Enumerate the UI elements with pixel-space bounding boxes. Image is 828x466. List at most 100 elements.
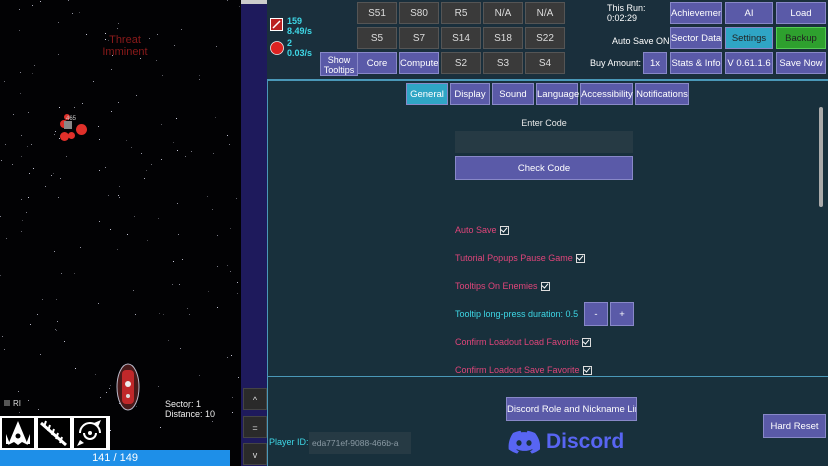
hard-reset-button[interactable]: Hard Reset [763, 414, 826, 438]
sector-data-button[interactable]: Sector Data [670, 27, 722, 49]
tooltips-enemies-checkbox[interactable] [540, 282, 550, 292]
grid-button-s5[interactable]: S5 [357, 27, 397, 49]
star [237, 293, 238, 294]
star [55, 329, 56, 330]
star [177, 150, 178, 151]
weapon-bar [0, 416, 110, 450]
star [38, 409, 39, 410]
star [109, 388, 110, 389]
star [215, 117, 216, 118]
star [180, 348, 181, 349]
star [189, 314, 190, 315]
grid-button-s2[interactable]: S2 [441, 52, 481, 74]
star [55, 131, 56, 132]
game-viewport[interactable]: Threat Imminent 465 Sector: 1 Distance: … [0, 0, 241, 466]
laser-weapon-icon[interactable] [38, 418, 70, 448]
load-button[interactable]: Load [776, 2, 826, 24]
star [79, 12, 80, 13]
confirm-save-setting[interactable]: Confirm Loadout Save Favorite [455, 365, 592, 376]
achievements-button[interactable]: Achievemen [670, 2, 722, 24]
auto-save-setting[interactable]: Auto Save [455, 225, 509, 236]
scroll-up-button[interactable]: ^ [243, 388, 267, 410]
grid-button-s51[interactable]: S51 [357, 2, 397, 24]
grid-button-s4[interactable]: S4 [525, 52, 565, 74]
save-now-button[interactable]: Save Now [776, 52, 826, 74]
menu-toggle-button[interactable]: = [243, 416, 267, 438]
sector-label: Sector: 1 [165, 399, 202, 409]
star [182, 259, 183, 260]
tab-notifications[interactable]: Notifications [635, 83, 689, 105]
star [34, 65, 35, 66]
version-button[interactable]: V 0.61.1.6 [725, 52, 773, 74]
tooltip-duration-minus[interactable]: - [584, 302, 608, 326]
confirm-save-checkbox[interactable] [582, 366, 592, 376]
settings-button[interactable]: Settings [725, 27, 773, 49]
scroll-down-button[interactable]: v [243, 443, 267, 465]
star [37, 314, 38, 315]
discord-logo[interactable]: Discord [508, 427, 624, 457]
tab-display[interactable]: Display [450, 83, 490, 105]
grid-button-s14[interactable]: S14 [441, 27, 481, 49]
this-run-time: 0:02:29 [607, 13, 638, 23]
tab-sound[interactable]: Sound [492, 83, 534, 105]
discord-link-button[interactable]: Discord Role and Nickname Link [506, 397, 637, 421]
core-button[interactable]: Core [357, 52, 397, 74]
tab-accessibility[interactable]: Accessibility [580, 83, 633, 105]
grid-button-s3[interactable]: S3 [483, 52, 523, 74]
fighter-weapon-icon[interactable] [2, 418, 34, 448]
grid-button-s7[interactable]: S7 [399, 27, 439, 49]
star [22, 220, 23, 221]
star [58, 22, 59, 23]
star [133, 290, 134, 291]
star [177, 203, 178, 204]
star [21, 135, 22, 136]
stats-info-button[interactable]: Stats & Info [670, 52, 722, 74]
star [86, 34, 87, 35]
tooltip-duration-plus[interactable]: + [610, 302, 634, 326]
star [119, 186, 120, 187]
vortex-weapon-icon[interactable] [74, 418, 106, 448]
star [140, 58, 141, 59]
star [30, 324, 31, 325]
show-tooltips-button[interactable]: Show Tooltips [320, 52, 358, 76]
star [59, 107, 60, 108]
star [187, 308, 188, 309]
star [207, 196, 208, 197]
buy-amount-button[interactable]: 1x [643, 52, 667, 74]
tab-general[interactable]: General [406, 83, 448, 105]
star [19, 412, 20, 413]
confirm-load-checkbox[interactable] [582, 338, 592, 348]
tutorial-popups-checkbox[interactable] [575, 254, 585, 264]
star [21, 156, 22, 157]
ri-indicator[interactable]: RI [4, 399, 21, 408]
grid-button-na-2[interactable]: N/A [525, 2, 565, 24]
ai-button[interactable]: AI [725, 2, 773, 24]
grid-button-na-1[interactable]: N/A [483, 2, 523, 24]
grid-button-s22[interactable]: S22 [525, 27, 565, 49]
tooltips-enemies-setting[interactable]: Tooltips On Enemies [455, 281, 550, 292]
star [191, 151, 192, 152]
player-id-field[interactable] [309, 432, 411, 454]
grid-button-s80[interactable]: S80 [399, 2, 439, 24]
check-code-button[interactable]: Check Code [455, 156, 633, 180]
star [29, 173, 30, 174]
star [110, 229, 111, 230]
settings-scrollbar[interactable] [819, 107, 823, 207]
code-input[interactable] [455, 131, 633, 153]
star [174, 45, 175, 46]
star [0, 275, 1, 276]
star [213, 153, 214, 154]
tab-language[interactable]: Language [536, 83, 579, 105]
star [60, 178, 61, 179]
star [173, 261, 174, 262]
tutorial-popups-setting[interactable]: Tutorial Popups Pause Game [455, 253, 585, 264]
grid-button-s18[interactable]: S18 [483, 27, 523, 49]
star [20, 72, 21, 73]
confirm-load-setting[interactable]: Confirm Loadout Load Favorite [455, 337, 592, 348]
star [172, 284, 173, 285]
backup-button[interactable]: Backup [776, 27, 826, 49]
compute-button[interactable]: Compute [399, 52, 439, 74]
auto-save-checkbox[interactable] [499, 226, 509, 236]
auto-save-status: Auto Save ON [612, 36, 670, 46]
grid-button-r5[interactable]: R5 [441, 2, 481, 24]
